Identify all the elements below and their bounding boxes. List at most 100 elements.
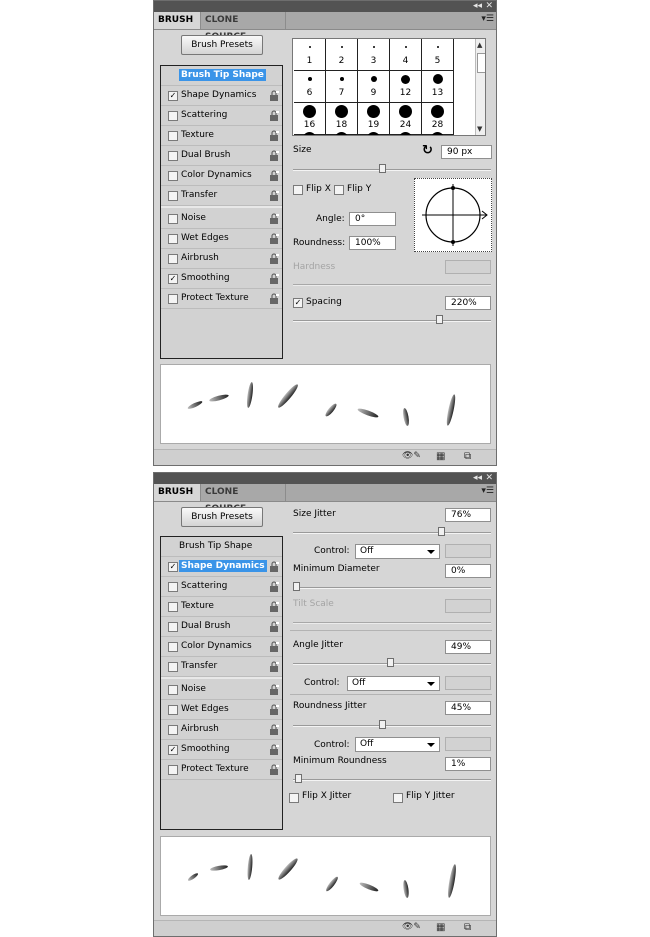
flip-x-checkbox[interactable]: [293, 185, 303, 195]
flip-y-jitter-checkbox[interactable]: [393, 793, 403, 803]
brush-tip-cell[interactable]: 6: [294, 71, 326, 103]
size-jitter-slider-thumb[interactable]: [438, 527, 446, 536]
brush-tip-cell[interactable]: 19: [358, 103, 390, 135]
close-icon[interactable]: ✕: [485, 1, 493, 12]
brush-tip-cell[interactable]: [335, 132, 348, 135]
brush-tip-cell[interactable]: 7: [326, 71, 358, 103]
lock-icon[interactable]: [269, 724, 279, 735]
scroll-up-arrow-icon[interactable]: ▲: [477, 41, 482, 49]
lock-icon[interactable]: [269, 90, 279, 101]
list-item-checkbox[interactable]: [168, 214, 178, 224]
list-item-wet-edges[interactable]: Wet Edges: [161, 229, 282, 249]
minimum-diameter-slider[interactable]: [293, 582, 491, 591]
list-item-scattering[interactable]: Scattering: [161, 106, 282, 126]
list-item-checkbox[interactable]: [168, 662, 178, 672]
size-value-field[interactable]: 90 px: [441, 145, 492, 159]
brush-tip-cell[interactable]: 28: [422, 103, 454, 135]
reset-size-icon[interactable]: ↻: [422, 143, 433, 158]
size-jitter-field[interactable]: 76%: [445, 508, 491, 522]
brush-presets-button[interactable]: Brush Presets: [181, 35, 263, 55]
list-item-checkbox[interactable]: [168, 131, 178, 141]
lock-icon[interactable]: [269, 641, 279, 652]
panel-menu-icon[interactable]: ▾☰: [481, 14, 494, 24]
angle-roundness-widget[interactable]: [414, 178, 492, 252]
lock-icon[interactable]: [269, 601, 279, 612]
list-item-shape-dynamics[interactable]: ✓ Shape Dynamics: [161, 86, 282, 106]
lock-icon[interactable]: [269, 704, 279, 715]
list-item-checkbox[interactable]: [168, 685, 178, 695]
lock-icon[interactable]: [269, 273, 279, 284]
list-item-transfer[interactable]: Transfer: [161, 657, 282, 677]
scroll-thumb[interactable]: [477, 53, 485, 73]
brush-tip-cell[interactable]: 16: [294, 103, 326, 135]
create-new-brush-icon[interactable]: ⧉: [464, 451, 471, 462]
minimum-roundness-slider-thumb[interactable]: [294, 774, 302, 783]
list-item-checkbox[interactable]: [168, 171, 178, 181]
list-item-transfer[interactable]: Transfer: [161, 186, 282, 206]
list-item-checkbox[interactable]: [168, 642, 178, 652]
tab-brush[interactable]: BRUSH: [154, 12, 200, 29]
angle-jitter-slider[interactable]: [293, 658, 491, 667]
list-item-checkbox[interactable]: ✓: [168, 91, 178, 101]
tab-clone-source[interactable]: CLONE SOURCE: [200, 12, 286, 42]
lock-icon[interactable]: [269, 213, 279, 224]
angle-field[interactable]: 0°: [349, 212, 396, 226]
size-control-select[interactable]: Off: [355, 544, 440, 559]
list-item-airbrush[interactable]: Airbrush: [161, 720, 282, 740]
list-item-scattering[interactable]: Scattering: [161, 577, 282, 597]
angle-jitter-slider-thumb[interactable]: [386, 658, 394, 667]
brush-tip-cell[interactable]: 3: [358, 39, 390, 71]
tip-grid-scrollbar[interactable]: ▲ ▼: [475, 39, 485, 135]
angle-jitter-field[interactable]: 49%: [445, 640, 491, 654]
list-item-smoothing[interactable]: ✓ Smoothing: [161, 269, 282, 289]
list-item-checkbox[interactable]: [168, 765, 178, 775]
list-item-brush-tip-shape[interactable]: Brush Tip Shape: [161, 537, 282, 557]
panel-menu-icon[interactable]: ▾☰: [481, 486, 494, 496]
size-slider[interactable]: [293, 164, 491, 173]
spacing-slider[interactable]: [293, 315, 491, 324]
lock-icon[interactable]: [269, 661, 279, 672]
list-item-checkbox[interactable]: ✓: [168, 562, 178, 572]
brush-tip-cell[interactable]: [399, 132, 412, 135]
minimum-diameter-field[interactable]: 0%: [445, 564, 491, 578]
lock-icon[interactable]: [269, 293, 279, 304]
list-item-checkbox[interactable]: [168, 234, 178, 244]
lock-icon[interactable]: [269, 581, 279, 592]
list-item-wet-edges[interactable]: Wet Edges: [161, 700, 282, 720]
lock-icon[interactable]: [269, 684, 279, 695]
list-item-checkbox[interactable]: ✓: [168, 274, 178, 284]
lock-icon[interactable]: [269, 621, 279, 632]
lock-icon[interactable]: [269, 764, 279, 775]
roundness-field[interactable]: 100%: [349, 236, 396, 250]
list-item-checkbox[interactable]: [168, 191, 178, 201]
brush-tip-cell[interactable]: 24: [390, 103, 422, 135]
size-jitter-slider[interactable]: [293, 527, 491, 536]
list-item-checkbox[interactable]: [168, 602, 178, 612]
list-item-smoothing[interactable]: ✓ Smoothing: [161, 740, 282, 760]
collapse-icon[interactable]: ◂◂: [473, 473, 482, 484]
list-item-color-dynamics[interactable]: Color Dynamics: [161, 637, 282, 657]
list-item-dual-brush[interactable]: Dual Brush: [161, 617, 282, 637]
brush-tip-cell[interactable]: 2: [326, 39, 358, 71]
brush-tip-cell[interactable]: 9: [358, 71, 390, 103]
list-item-checkbox[interactable]: [168, 294, 178, 304]
list-item-protect-texture[interactable]: Protect Texture: [161, 760, 282, 780]
lock-icon[interactable]: [269, 110, 279, 121]
list-item-shape-dynamics[interactable]: ✓ Shape Dynamics: [161, 557, 282, 577]
minimum-roundness-slider[interactable]: [293, 774, 491, 783]
brush-tip-cell[interactable]: 13: [422, 71, 454, 103]
list-item-texture[interactable]: Texture: [161, 126, 282, 146]
lock-icon[interactable]: [269, 190, 279, 201]
collapse-icon[interactable]: ◂◂: [473, 1, 482, 12]
list-item-checkbox[interactable]: [168, 111, 178, 121]
lock-icon[interactable]: [269, 170, 279, 181]
list-item-noise[interactable]: Noise: [161, 680, 282, 700]
size-slider-thumb[interactable]: [378, 164, 386, 173]
flip-y-checkbox[interactable]: [334, 185, 344, 195]
list-item-airbrush[interactable]: Airbrush: [161, 249, 282, 269]
brush-tip-cell[interactable]: 4: [390, 39, 422, 71]
brush-tip-cell[interactable]: 1: [294, 39, 326, 71]
close-icon[interactable]: ✕: [485, 473, 493, 484]
tab-brush[interactable]: BRUSH: [154, 484, 200, 501]
grid-view-icon[interactable]: ▦: [436, 922, 445, 933]
